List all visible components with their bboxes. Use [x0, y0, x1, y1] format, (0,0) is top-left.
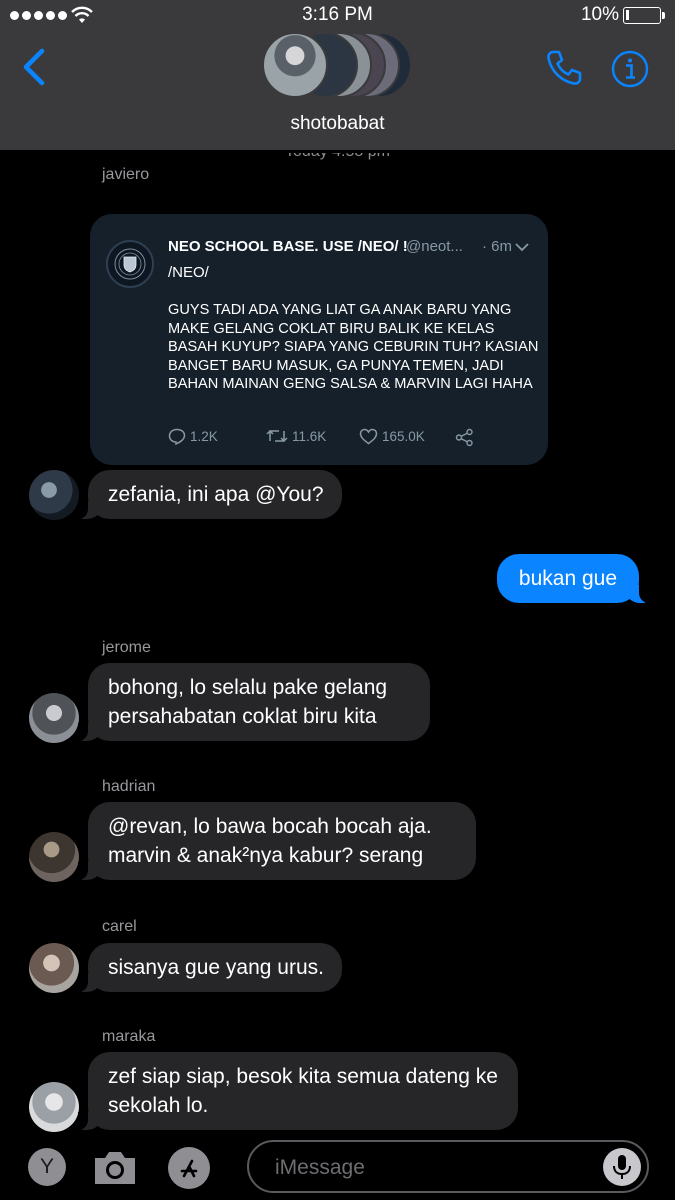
tweet-card[interactable]: NEO SCHOOL BASE. USE /NEO/ ! @neot... · …: [90, 214, 548, 465]
avatar[interactable]: [29, 943, 79, 993]
chat-header: 3:16 PM 10% shotobabat: [0, 0, 675, 150]
like-count: 165.0K: [382, 429, 425, 444]
reply-count: 1.2K: [190, 429, 218, 444]
reply-icon: [168, 428, 186, 445]
sender-name: maraka: [102, 1028, 156, 1045]
tweet-like-stat[interactable]: 165.0K: [359, 428, 425, 445]
message-input[interactable]: iMessage: [247, 1140, 649, 1193]
chat-title[interactable]: shotobabat: [0, 113, 675, 135]
battery-percent: 10%: [580, 4, 619, 25]
sender-name: jerome: [102, 639, 151, 656]
apps-drawer-button[interactable]: Y: [28, 1148, 66, 1186]
status-bar: 3:16 PM 10%: [0, 0, 675, 30]
retweet-count: 11.6K: [292, 428, 327, 444]
avatar: [262, 32, 328, 98]
heart-icon: [359, 428, 378, 445]
battery-icon: [623, 7, 665, 24]
status-time: 3:16 PM: [302, 4, 373, 25]
tweet-reply-stat[interactable]: 1.2K: [168, 428, 218, 445]
tweet-stats: 1.2K 11.6K 165.0K: [168, 428, 528, 450]
message-bubble[interactable]: sisanya gue yang urus.: [78, 943, 342, 992]
chevron-down-icon[interactable]: [514, 242, 530, 252]
sender-name: carel: [102, 918, 137, 935]
group-avatar-stack[interactable]: [262, 32, 422, 100]
avatar[interactable]: [29, 470, 79, 520]
message-input-bar: Y iMessage: [0, 1138, 675, 1200]
avatar[interactable]: [29, 693, 79, 743]
sender-name: hadrian: [102, 778, 156, 795]
tweet-age: · 6m: [482, 238, 512, 255]
tweet-handle: @neot...: [406, 238, 463, 255]
tweet-account-name: NEO SCHOOL BASE. USE /NEO/ !: [168, 238, 408, 255]
camera-icon[interactable]: [92, 1147, 138, 1187]
avatar[interactable]: [29, 832, 79, 882]
microphone-icon[interactable]: [603, 1148, 641, 1186]
tweet-text: GUYS TADI ADA YANG LIAT GA ANAK BARU YAN…: [168, 302, 539, 393]
chevron-left-icon[interactable]: [20, 48, 48, 86]
message-bubble[interactable]: bohong, lo selalu pake gelang persahabat…: [78, 663, 430, 741]
sender-name: javiero: [102, 166, 150, 183]
retweet-icon: [266, 429, 288, 443]
message-placeholder: iMessage: [275, 1156, 365, 1179]
info-icon[interactable]: [611, 50, 649, 88]
message-bubble[interactable]: zef siap siap, besok kita semua dateng k…: [78, 1052, 518, 1130]
message-bubble[interactable]: @revan, lo bawa bocah bocah aja. marvin …: [78, 802, 476, 880]
school-logo-icon: [106, 240, 154, 288]
avatar[interactable]: [29, 1082, 79, 1132]
app-store-icon[interactable]: [168, 1147, 210, 1189]
share-icon[interactable]: [455, 428, 474, 447]
message-bubble-sent[interactable]: bukan gue: [496, 554, 650, 603]
tweet-reply-tag: /NEO/: [168, 264, 209, 281]
phone-icon[interactable]: [544, 48, 584, 88]
message-bubble[interactable]: zefania, ini apa @You?: [78, 470, 342, 519]
tweet-retweet-stat[interactable]: 11.6K: [266, 428, 326, 444]
